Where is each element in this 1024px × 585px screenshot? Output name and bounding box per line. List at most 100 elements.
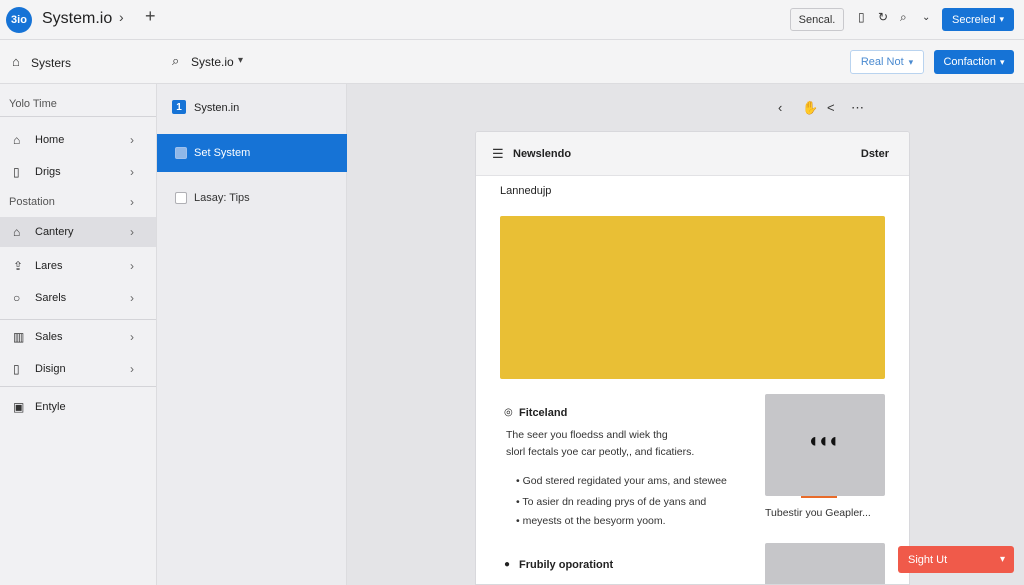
- panel-header[interactable]: 1 Systen.in: [157, 90, 347, 128]
- sidebar-item-label: Cantery: [35, 226, 74, 238]
- chevron-right-icon: ›: [130, 195, 134, 209]
- chat-icon: ○: [13, 291, 21, 305]
- card-subheading: Lannedujp: [500, 185, 552, 197]
- back-icon[interactable]: ‹: [778, 100, 782, 115]
- thumbnail-image[interactable]: ◖◖◖: [765, 394, 885, 496]
- thumbnail-accent: [801, 496, 837, 498]
- panel-header-label: Systen.in: [194, 102, 240, 114]
- share-icon[interactable]: <: [827, 100, 835, 115]
- chevron-right-icon: ›: [130, 330, 134, 344]
- chevron-down-icon[interactable]: ▾: [238, 55, 243, 66]
- app-logo[interactable]: 3io: [6, 7, 32, 33]
- secondary-action-button[interactable]: Sencal.: [790, 8, 844, 31]
- sidebar-item-label: Disign: [35, 363, 66, 375]
- sign-up-label: Sight Ut: [908, 553, 948, 566]
- card-title: Newslendo: [513, 148, 572, 160]
- card-header-link[interactable]: Dster: [861, 148, 889, 160]
- sign-up-button[interactable]: Sight Ut ▾: [898, 546, 1014, 573]
- section-title: Fitceland: [519, 407, 568, 419]
- sidebar-item-postation[interactable]: Postation ›: [0, 187, 156, 217]
- chevron-right-icon[interactable]: ›: [119, 9, 124, 25]
- primary-action-label: Secreled: [952, 13, 996, 26]
- sidebar-item-home[interactable]: ⌂ Home ›: [0, 125, 156, 155]
- chevron-right-icon: ›: [130, 225, 134, 239]
- paragraph-line: slorl fectals yoe car peotly,, and ficat…: [506, 446, 695, 458]
- chevron-right-icon: ›: [130, 259, 134, 273]
- secondary-panel: 1 Systen.in Set System Lasay: Tips: [157, 84, 347, 585]
- search-icon[interactable]: ⌕: [900, 10, 907, 25]
- paragraph-line: The seer you floedss andl wiek thg: [506, 429, 668, 441]
- list-item-text: meyests ot the besyorm yoom.: [522, 515, 666, 527]
- confaction-button[interactable]: Confaction ▾: [934, 50, 1014, 74]
- checkbox[interactable]: [175, 147, 187, 159]
- file-icon: ▯: [13, 362, 20, 376]
- hero-image: [500, 216, 885, 379]
- panel-item-set-system[interactable]: Set System: [157, 134, 347, 172]
- new-tab-icon[interactable]: +: [145, 6, 156, 27]
- sidebar-item-label: Lares: [35, 260, 63, 272]
- menu-icon[interactable]: ☰: [492, 146, 504, 162]
- sidebar-heading: Postation: [9, 196, 55, 208]
- primary-action-button[interactable]: Secreled ▾: [942, 8, 1014, 31]
- top-bar: 3io System.io › + Sencal. ▯ ↻ ⌕ ⌄ Secrel…: [0, 0, 1024, 40]
- sidebar-divider: [0, 319, 156, 320]
- thumbnail-image[interactable]: [765, 543, 885, 584]
- list-item: • God stered regidated your ams, and ste…: [516, 475, 727, 487]
- sidebar-item-entyle[interactable]: ▣ Entyle: [0, 392, 156, 422]
- chevron-right-icon: ›: [130, 291, 134, 305]
- list-item: • meyests ot the besyorm yoom.: [516, 515, 666, 527]
- chevron-right-icon: ›: [130, 133, 134, 147]
- more-icon[interactable]: ⋯: [851, 100, 864, 116]
- sidebar-item-drigs[interactable]: ▯ Drigs ›: [0, 157, 156, 187]
- panel-item-label: Set System: [194, 147, 251, 159]
- sidebar-divider: [0, 386, 156, 387]
- info-icon: ◎: [504, 407, 513, 418]
- chevron-right-icon: ›: [130, 165, 134, 179]
- home-icon[interactable]: ⌂: [12, 54, 20, 69]
- sidebar-item-sarels[interactable]: ○ Sarels ›: [0, 283, 156, 313]
- outline-button-label: Real Not: [860, 56, 904, 68]
- confaction-button-label: Confaction: [943, 56, 997, 68]
- search-icon[interactable]: ⌕: [172, 53, 179, 69]
- sidebar-item-label: Home: [35, 134, 65, 146]
- image-icon: ▣: [13, 400, 25, 414]
- app-title: System.io: [42, 10, 113, 27]
- clipboard-icon[interactable]: ▯: [858, 10, 865, 24]
- home-icon: ⌂: [13, 133, 21, 147]
- sidebar: Yolo Time ⌂ Home › ▯ Drigs › Postation ›…: [0, 84, 157, 585]
- panel-item-label: Lasay: Tips: [194, 192, 250, 204]
- upload-icon: ⇪: [13, 259, 24, 273]
- building-icon: ▥: [13, 330, 25, 344]
- chevron-right-icon: ›: [130, 362, 134, 376]
- chevron-down-icon: ▾: [1000, 56, 1005, 67]
- hand-icon[interactable]: ✋: [802, 100, 818, 116]
- settings-icon: ●: [504, 559, 511, 570]
- chevron-down-icon: ▾: [999, 14, 1004, 24]
- panel-badge: 1: [172, 100, 186, 114]
- sub-toolbar: ⌂ Systers ⌕ Syste.io ▾ Real Not ▾ Confac…: [0, 40, 1024, 84]
- sidebar-divider: [0, 116, 156, 117]
- sidebar-item-lares[interactable]: ⇪ Lares ›: [0, 251, 156, 281]
- section-title: Frubily oporationt: [519, 559, 614, 571]
- sidebar-item-label: Sarels: [35, 292, 67, 304]
- list-item: • To asier dn reading prys of de yans an…: [516, 496, 707, 508]
- sidebar-item-label: Drigs: [35, 166, 61, 178]
- chevron-down-icon[interactable]: ⌄: [922, 12, 930, 23]
- chevron-down-icon: ▾: [999, 554, 1005, 565]
- sidebar-item-label: Entyle: [35, 401, 66, 413]
- sidebar-item-sales[interactable]: ▥ Sales ›: [0, 322, 156, 352]
- bank-icon: ⌂: [13, 225, 21, 239]
- sidebar-item-label: Sales: [35, 331, 63, 343]
- section-title: Systers: [31, 56, 72, 70]
- sidebar-item-cantery[interactable]: ⌂ Cantery ›: [0, 217, 156, 247]
- speaker-icon: ◖◖◖: [807, 430, 839, 452]
- refresh-icon[interactable]: ↻: [878, 10, 888, 24]
- sidebar-item-disign[interactable]: ▯ Disign ›: [0, 354, 156, 384]
- sidebar-heading: Yolo Time: [9, 98, 57, 110]
- search-selector[interactable]: Syste.io: [191, 55, 234, 69]
- outline-button[interactable]: Real Not ▾: [850, 50, 924, 74]
- chevron-down-icon: ▾: [908, 56, 914, 67]
- thumbnail-caption[interactable]: Tubestir you Geapler...: [765, 507, 871, 519]
- panel-item-lasay-tips[interactable]: Lasay: Tips: [157, 179, 347, 217]
- checkbox[interactable]: [175, 192, 187, 204]
